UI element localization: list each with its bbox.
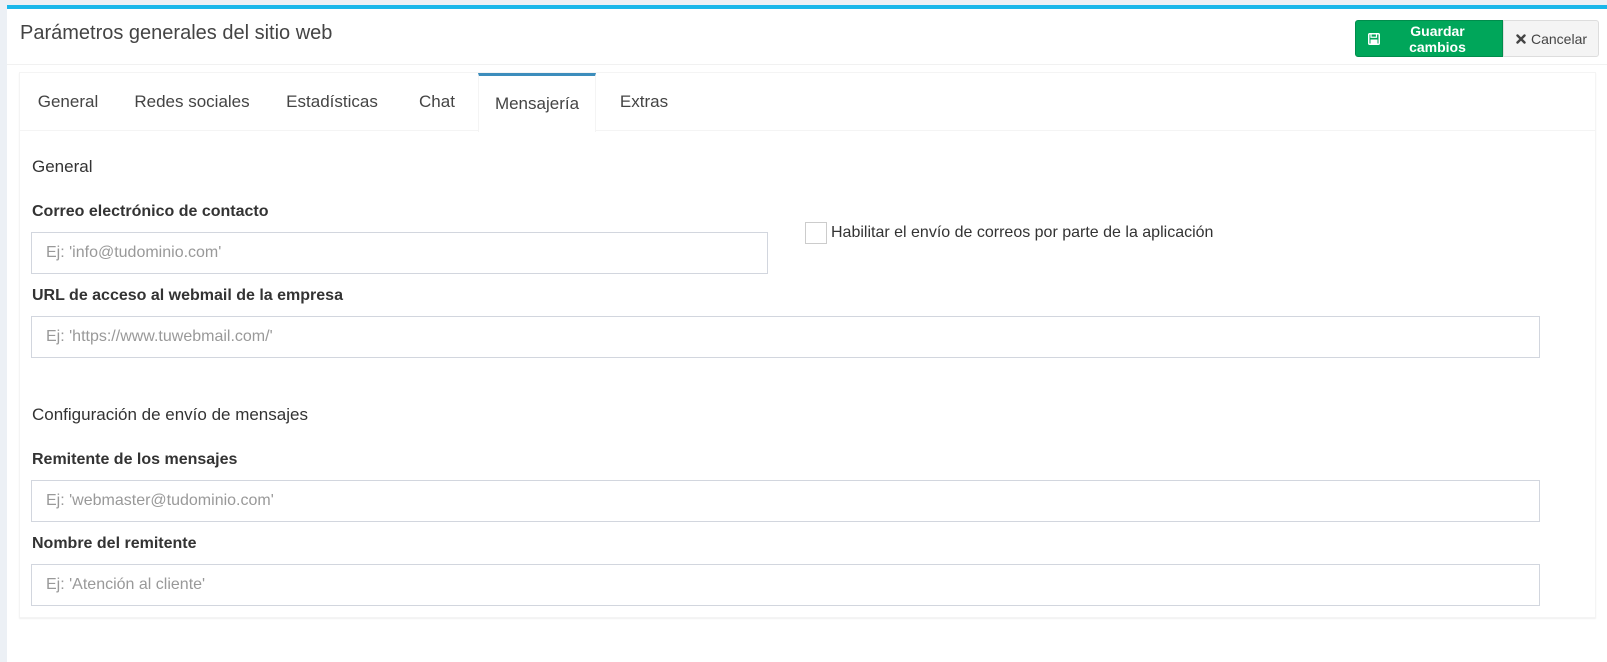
tab-redes-sociales[interactable]: Redes sociales (116, 73, 268, 131)
box-header: Parámetros generales del sitio web Guard… (7, 9, 1607, 65)
save-button-label: Guardar cambios (1409, 22, 1466, 55)
sender-name-input[interactable] (31, 564, 1540, 606)
webmail-url-input[interactable] (31, 316, 1540, 358)
cancel-button-label: Cancelar (1531, 30, 1588, 47)
save-button[interactable]: Guardar cambios (1355, 20, 1503, 57)
contact-email-label: Correo electrónico de contacto (32, 203, 269, 220)
page-title: Parámetros generales del sitio web (20, 22, 333, 44)
tab-general[interactable]: General (20, 73, 116, 131)
times-icon (1516, 33, 1526, 44)
action-buttons: Guardar cambios Cancelar (1355, 20, 1599, 57)
tabs-panel: General Redes sociales Estadísticas Chat… (19, 72, 1596, 618)
sender-input[interactable] (31, 480, 1540, 522)
tab-bar: General Redes sociales Estadísticas Chat… (20, 73, 1595, 132)
sender-name-label: Nombre del remitente (32, 535, 197, 552)
section-title-general: General (32, 157, 93, 176)
tab-extras[interactable]: Extras (596, 73, 692, 131)
cancel-button[interactable]: Cancelar (1503, 20, 1599, 57)
settings-box: Parámetros generales del sitio web Guard… (7, 5, 1607, 662)
enable-emails-label: Habilitar el envío de correos por parte … (831, 224, 1214, 241)
tab-estadisticas[interactable]: Estadísticas (268, 73, 396, 131)
webmail-url-label: URL de acceso al webmail de la empresa (32, 287, 343, 304)
floppy-disk-icon (1368, 32, 1380, 45)
sender-label: Remitente de los mensajes (32, 451, 238, 468)
tab-chat[interactable]: Chat (396, 73, 478, 131)
contact-email-input[interactable] (31, 232, 768, 274)
tab-mensajeria[interactable]: Mensajería (478, 73, 596, 132)
enable-emails-row: Habilitar el envío de correos por parte … (805, 222, 1213, 244)
section-title-sending: Configuración de envío de mensajes (32, 405, 308, 424)
enable-emails-checkbox[interactable] (805, 222, 827, 244)
